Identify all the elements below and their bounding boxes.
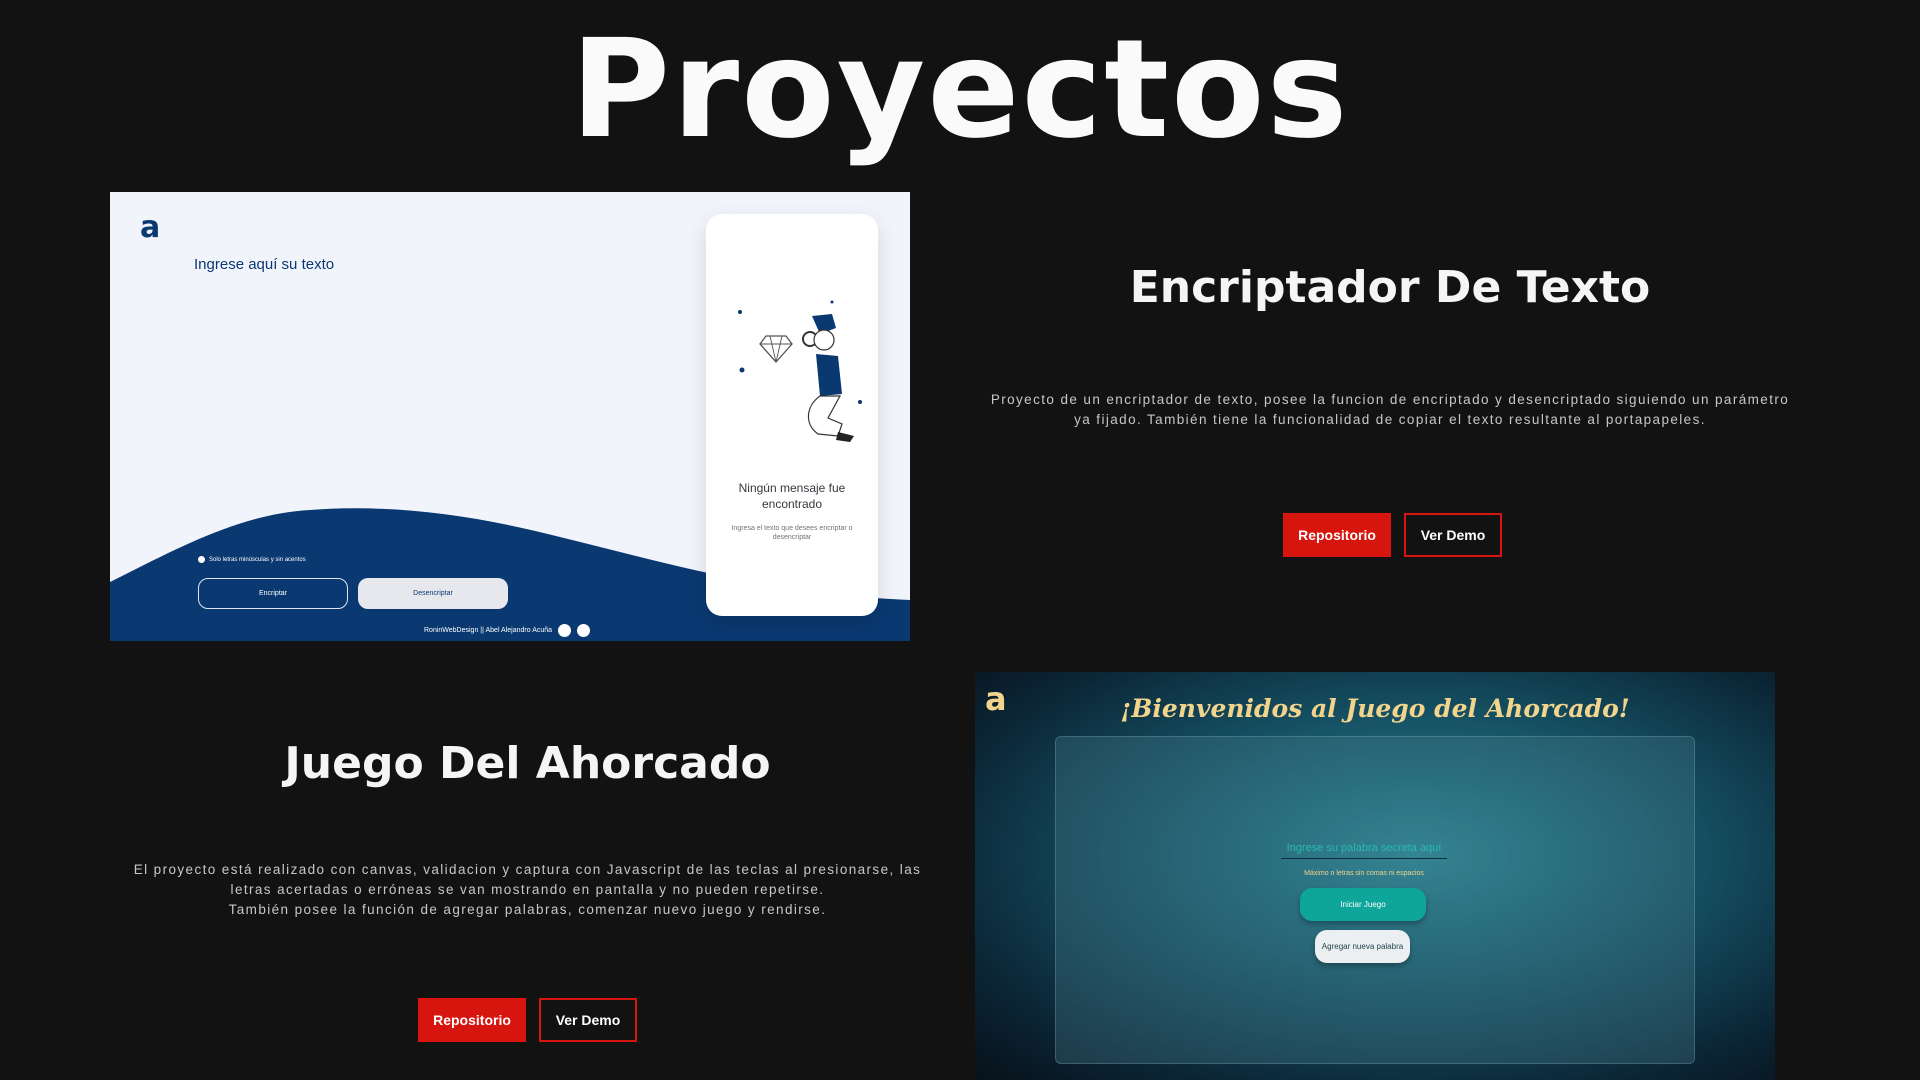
encriptador-hint-text: Solo letras minúsculas y sin acentos <box>209 556 306 563</box>
encriptador-footer: RoninWebDesign || Abel Alejandro Acuña <box>424 624 591 637</box>
ver-demo-button-ahorcado[interactable]: Ver Demo <box>539 998 637 1042</box>
project-title-ahorcado: Juego Del Ahorcado <box>284 738 771 789</box>
ahorcado-preview-image: a ¡Bienvenidos al Juego del Ahorcado! In… <box>975 672 1775 1080</box>
desencriptar-button: Desencriptar <box>358 578 508 609</box>
encriptador-text-input: Ingrese aquí su texto <box>194 256 335 273</box>
description-line: Proyecto de un encriptador de texto, pos… <box>990 392 1790 407</box>
project-description-encriptador: Proyecto de un encriptador de texto, pos… <box>960 390 1820 430</box>
encriptador-footer-text: RoninWebDesign || Abel Alejandro Acuña <box>424 627 553 634</box>
agregar-palabra-button: Agregar nueva palabra <box>1315 930 1410 963</box>
empty-message-title: Ningún mensaje fue encontrado <box>738 481 846 511</box>
encriptador-output-card: Ningún mensaje fue encontrado Ingresa el… <box>706 214 878 616</box>
description-line: También posee la función de agregar pala… <box>228 902 827 917</box>
facebook-icon <box>577 624 591 637</box>
ver-demo-button-encriptador[interactable]: Ver Demo <box>1404 513 1502 557</box>
empty-message-subtitle: Ingresa el texto que desees encriptar o … <box>731 525 853 541</box>
description-line: El proyecto está realizado con canvas, v… <box>133 862 922 877</box>
project-title-encriptador: Encriptador De Texto <box>1129 262 1651 313</box>
ahorcado-welcome-heading: ¡Bienvenidos al Juego del Ahorcado! <box>1120 694 1630 723</box>
encriptador-hint: Solo letras minúsculas y sin acentos <box>198 556 306 563</box>
encriptador-logo: a <box>140 210 161 245</box>
info-icon <box>198 556 205 563</box>
repositorio-button-ahorcado[interactable]: Repositorio <box>418 998 526 1042</box>
encriptador-preview-image: a Ingrese aquí su texto Solo letras minú… <box>110 192 910 641</box>
description-line: ya fijado. También tiene la funcionalida… <box>1074 412 1706 427</box>
description-line: letras acertadas o erróneas se van mostr… <box>230 882 825 897</box>
ahorcado-secret-word-input: Ingrese su palabra secreta aquí <box>1281 842 1447 859</box>
page-title: Proyectos <box>570 11 1350 169</box>
ahorcado-hint: Máximo n letras sin comas ni espacios <box>1304 870 1424 877</box>
person-magnifier-illustration <box>738 300 862 442</box>
iniciar-juego-button: Iniciar Juego <box>1300 888 1426 921</box>
project-description-ahorcado: El proyecto está realizado con canvas, v… <box>100 860 955 920</box>
repositorio-button-encriptador[interactable]: Repositorio <box>1283 513 1391 557</box>
encriptar-button: Encriptar <box>198 578 348 609</box>
github-icon <box>558 624 572 637</box>
